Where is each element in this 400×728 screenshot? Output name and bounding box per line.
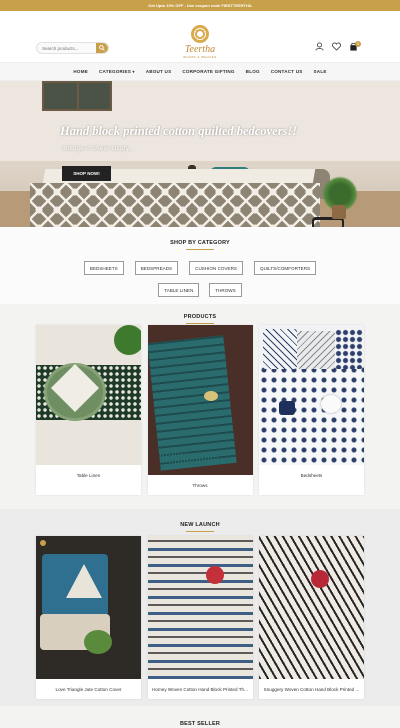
product-card[interactable]: Snuggery Woven Cotton Hand Block Printed… — [259, 536, 364, 699]
nav-contact[interactable]: CONTACT US — [271, 69, 303, 74]
product-image-love-triangle[interactable] — [36, 536, 141, 679]
title-underline — [186, 249, 214, 250]
flower-pot — [311, 570, 329, 588]
shop-by-category-section: SHOP BY CATEGORY BEDSHEETS BEDSPREADS CU… — [0, 228, 400, 304]
hero-quilt-pattern — [30, 183, 320, 227]
category-chip-row: BEDSHEETS BEDSPREADS CUSHION COVERS QUIL… — [0, 261, 400, 275]
throw-fabric — [147, 335, 236, 471]
product-image-table-linen[interactable] — [36, 325, 141, 465]
product-name[interactable]: Throws — [148, 475, 253, 495]
account-icon[interactable] — [315, 42, 324, 51]
product-card[interactable]: Throws — [147, 325, 253, 495]
logo-text: Teertha — [184, 44, 216, 55]
sheet-print — [259, 365, 364, 465]
hero-headline: Hand block printed cotton quilted bedcov… — [60, 124, 298, 138]
section-title: BEST SELLER — [179, 721, 221, 727]
product-image-snuggery-woven[interactable] — [259, 536, 364, 679]
product-card[interactable]: Bedsheets — [259, 325, 364, 495]
chevron-down-icon: ▾ — [132, 69, 135, 74]
throw-fringe — [159, 453, 220, 463]
product-name[interactable]: Homey Woven Cotton Hand Block Printed Th… — [148, 679, 253, 699]
succulent — [84, 630, 112, 654]
category-chip-throws[interactable]: THROWS — [209, 283, 242, 297]
hero-banner — [0, 81, 400, 227]
product-image-homey-woven[interactable] — [147, 536, 253, 679]
product-image-throws[interactable] — [147, 325, 253, 475]
launch-grid: Love Triangle Jute Cotton Cover Homey Wo… — [36, 536, 364, 699]
product-name[interactable]: Snuggery Woven Cotton Hand Block Printed… — [259, 679, 364, 699]
cushion-triangles — [66, 564, 102, 598]
hero-tagline: Indulge in sheer luxury... — [62, 146, 135, 152]
header-icons: 0 — [315, 40, 364, 51]
product-card[interactable]: Homey Woven Cotton Hand Block Printed Th… — [147, 536, 253, 699]
section-title: SHOP BY CATEGORY — [170, 240, 230, 246]
new-badge-icon — [40, 540, 46, 546]
shop-now-button[interactable]: SHOP NOW! — [62, 166, 111, 181]
section-title: PRODUCTS — [183, 314, 217, 320]
hero-window-image — [42, 81, 112, 111]
best-seller-section: BEST SELLER — [0, 706, 400, 728]
title-underline — [186, 531, 214, 532]
plant-pot — [279, 401, 295, 415]
search-button[interactable] — [96, 43, 108, 53]
category-chip-quilts[interactable]: QUILTS/COMFORTERS — [254, 261, 317, 275]
title-underline — [186, 323, 214, 324]
logo-subtext: WHIMS & WEAVES — [183, 55, 217, 59]
search-icon — [99, 45, 105, 51]
throw-fabric — [147, 536, 253, 679]
search-box[interactable] — [36, 42, 109, 54]
product-card[interactable]: Love Triangle Jute Cotton Cover — [36, 536, 141, 699]
nav-blog[interactable]: BLOG — [246, 69, 260, 74]
flower-pot — [205, 566, 224, 584]
nav-about[interactable]: ABOUT US — [146, 69, 172, 74]
section-title: NEW LAUNCH — [180, 522, 220, 528]
wishlist-heart-icon[interactable] — [332, 42, 341, 51]
product-grid: Table Linen Throws Bedsheets — [36, 325, 364, 495]
product-card[interactable]: Table Linen — [36, 325, 141, 495]
cart-count-badge: 0 — [355, 40, 361, 47]
flower-bowl — [203, 391, 218, 401]
new-launch-section: NEW LAUNCH Love Triangle Jute Cotton Cov… — [0, 509, 400, 706]
nav-categories-label: CATEGORIES — [99, 69, 132, 74]
product-name[interactable]: Table Linen — [36, 465, 141, 485]
nav-home[interactable]: HOME — [73, 69, 88, 74]
category-chip-cushion-covers[interactable]: CUSHION COVERS — [189, 261, 243, 275]
product-name[interactable]: Bedsheets — [259, 465, 364, 485]
products-section: PRODUCTS Table Linen Throws Bedsheets — [0, 304, 400, 509]
nav-sale[interactable]: SALE — [314, 69, 327, 74]
leaf-accent — [114, 325, 141, 355]
pillow-left — [263, 329, 297, 369]
product-name[interactable]: Love Triangle Jute Cotton Cover — [36, 679, 141, 699]
nav-categories[interactable]: CATEGORIES ▾ — [99, 69, 135, 74]
search-input[interactable] — [37, 43, 97, 53]
lily — [321, 395, 341, 413]
site-header: Teertha WHIMS & WEAVES 0 — [0, 11, 400, 62]
pillow-middle — [297, 331, 335, 369]
logo-emblem-icon — [191, 25, 209, 43]
pillow-right — [335, 329, 363, 369]
product-image-bedsheets[interactable] — [259, 325, 364, 465]
category-chip-table-linen[interactable]: TABLE LINEN — [158, 283, 200, 297]
promo-bar: Get Upto 10% OFF - Use coupon code FIRST… — [0, 0, 400, 11]
category-chip-bedsheets[interactable]: BEDSHEETS — [83, 261, 124, 275]
category-chip-row: TABLE LINEN THROWS — [0, 283, 400, 297]
category-chip-bedspreads[interactable]: BEDSPREADS — [134, 261, 179, 275]
cart-button[interactable]: 0 — [349, 40, 364, 51]
hero-pot — [332, 205, 346, 219]
throw-fabric — [259, 536, 364, 679]
logo[interactable]: Teertha WHIMS & WEAVES — [175, 25, 225, 70]
